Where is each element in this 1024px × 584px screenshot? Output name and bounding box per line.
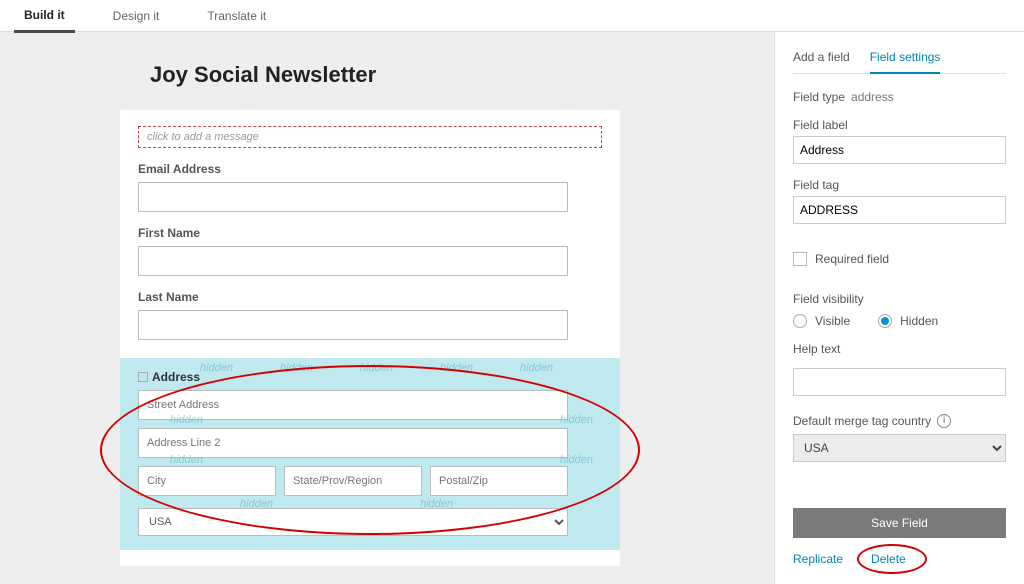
street-address-field[interactable]	[138, 390, 568, 420]
city-field[interactable]	[138, 466, 276, 496]
first-name-label: First Name	[138, 226, 602, 240]
form-canvas: Joy Social Newsletter click to add a mes…	[0, 32, 774, 584]
default-country-select[interactable]: USA	[793, 434, 1006, 462]
side-tabs: Add a field Field settings	[793, 46, 1006, 74]
last-name-label: Last Name	[138, 290, 602, 304]
postal-field[interactable]	[430, 466, 568, 496]
last-name-field[interactable]	[138, 310, 568, 340]
delete-link[interactable]: Delete	[871, 552, 906, 566]
state-field[interactable]	[284, 466, 422, 496]
address-country-select[interactable]: USA	[138, 508, 568, 536]
form-title: Joy Social Newsletter	[150, 62, 774, 88]
address-label: Address	[138, 370, 602, 384]
field-tag-input[interactable]	[793, 196, 1006, 224]
tab-field-settings[interactable]: Field settings	[870, 46, 941, 74]
address-field-block[interactable]: hidden hidden hidden hidden hidden hidde…	[120, 358, 620, 550]
default-country-row: Default merge tag country i	[793, 414, 1006, 428]
replicate-link[interactable]: Replicate	[793, 552, 843, 566]
visibility-label: Field visibility	[793, 292, 1006, 306]
form-description-placeholder[interactable]: click to add a message	[138, 126, 602, 148]
visibility-hidden-radio[interactable]	[878, 314, 892, 328]
visibility-visible-radio[interactable]	[793, 314, 807, 328]
email-label: Email Address	[138, 162, 602, 176]
field-type-row: Field typeaddress	[793, 90, 1006, 104]
email-field[interactable]	[138, 182, 568, 212]
field-settings-panel: Add a field Field settings Field typeadd…	[774, 32, 1024, 584]
form-card: click to add a message Email Address Fir…	[120, 110, 620, 566]
save-field-button[interactable]: Save Field	[793, 508, 1006, 538]
help-text-input[interactable]	[793, 368, 1006, 396]
workspace: Joy Social Newsletter click to add a mes…	[0, 32, 1024, 584]
field-label-input[interactable]	[793, 136, 1006, 164]
help-text-label: Help text	[793, 342, 1006, 356]
tab-translate-it[interactable]: Translate it	[197, 1, 276, 31]
address-line-2-field[interactable]	[138, 428, 568, 458]
address-icon	[138, 372, 148, 382]
field-label-row: Field label	[793, 118, 1006, 164]
tab-add-field[interactable]: Add a field	[793, 46, 850, 73]
info-icon[interactable]: i	[937, 414, 951, 428]
visibility-radio-group: Visible Hidden	[793, 314, 1006, 328]
field-action-links: Replicate Delete	[793, 552, 1006, 566]
required-field-checkbox[interactable]: Required field	[793, 252, 1006, 266]
tab-build-it[interactable]: Build it	[14, 0, 75, 33]
tab-design-it[interactable]: Design it	[103, 1, 170, 31]
field-tag-row: Field tag	[793, 178, 1006, 224]
checkbox-icon	[793, 252, 807, 266]
builder-top-tabs: Build it Design it Translate it	[0, 0, 1024, 32]
first-name-field[interactable]	[138, 246, 568, 276]
